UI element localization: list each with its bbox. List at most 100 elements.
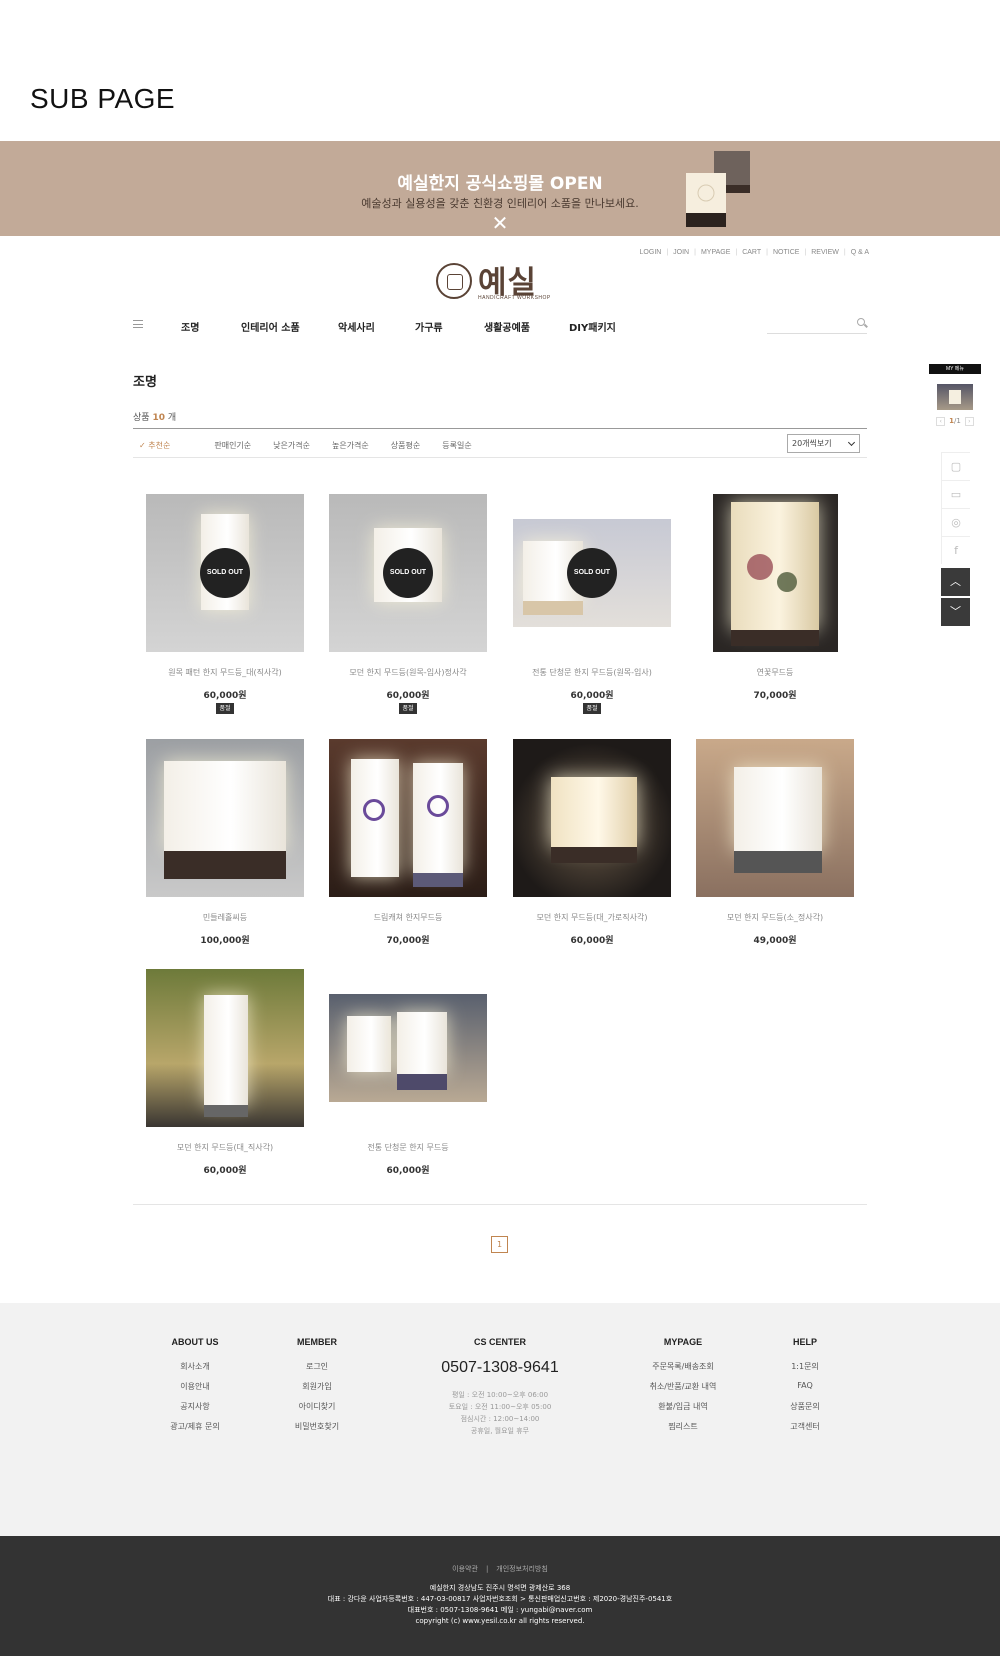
product-name[interactable]: 모던 한지 무드등(대_가로직사각) bbox=[503, 912, 681, 923]
product-image[interactable] bbox=[713, 494, 838, 652]
util-menu: LOGIN | JOIN | MYPAGE | CART | NOTICE | REVIEW | Q &… bbox=[635, 249, 874, 256]
product-name[interactable]: 모던 한지 무드등(대_직사각) bbox=[136, 1142, 314, 1153]
product-name[interactable]: 원목 패턴 한지 무드등_대(직사각) bbox=[136, 667, 314, 678]
product-name[interactable]: 전통 단청문 한지 무드등(원목-입사) bbox=[503, 667, 681, 678]
footer-about-title: ABOUT US bbox=[171, 1337, 219, 1347]
nav-item-lighting[interactable]: 조명 bbox=[181, 319, 199, 334]
company-info-line: 예실한지 경상남도 진주시 명석면 광제산로 368 bbox=[429, 1584, 571, 1592]
nav-item-interior[interactable]: 인테리어 소품 bbox=[241, 319, 300, 334]
product-image[interactable] bbox=[329, 739, 487, 897]
footer-link[interactable]: 회원가입 bbox=[257, 1381, 377, 1401]
status-badge: 품절 bbox=[399, 703, 417, 714]
nav-item-crafts[interactable]: 생활공예품 bbox=[484, 319, 530, 334]
product-price: 70,000원 bbox=[386, 936, 430, 946]
footer-link[interactable]: 이용안내 bbox=[135, 1381, 255, 1401]
footer-link[interactable]: 주문목록/배송조회 bbox=[623, 1361, 743, 1381]
cs-hours: 공휴일, 월요일 휴무 bbox=[470, 1427, 530, 1435]
search-input[interactable] bbox=[767, 320, 853, 336]
product-name[interactable]: 모던 한지 무드등(원목-입사)정사각 bbox=[319, 667, 497, 678]
divider bbox=[133, 457, 867, 458]
sort-recommended[interactable]: ✓ 추천순 bbox=[139, 440, 192, 451]
footer-bottom: 이용약관 | 개인정보처리방침 예실한지 경상남도 진주시 명석면 광제산로 368… bbox=[0, 1536, 1000, 1656]
util-join-link[interactable]: JOIN bbox=[668, 249, 694, 256]
footer: ABOUT US 회사소개 이용안내 공지사항 광고/제휴 문의 MEMBER … bbox=[0, 1303, 1000, 1536]
footer-link[interactable]: 광고/제휴 문의 bbox=[135, 1421, 255, 1441]
footer-link[interactable]: 취소/반품/교환 내역 bbox=[623, 1381, 743, 1401]
sort-popular[interactable]: 판매인기순 bbox=[214, 440, 251, 451]
nav-item-furniture[interactable]: 가구류 bbox=[415, 319, 443, 334]
footer-mypage: MYPAGE 주문목록/배송조회 취소/반품/교환 내역 환불/입금 내역 찜리… bbox=[623, 1337, 743, 1441]
shopping-bag-icon[interactable]: ▢ bbox=[941, 452, 970, 480]
footer-link[interactable]: 찜리스트 bbox=[623, 1421, 743, 1441]
product-image[interactable]: SOLD OUT bbox=[146, 494, 304, 652]
footer-link[interactable]: 회사소개 bbox=[135, 1361, 255, 1381]
recent-product-thumbnail[interactable] bbox=[937, 384, 973, 410]
product-price: 60,000원 bbox=[203, 691, 247, 701]
product-price: 60,000원 bbox=[386, 1166, 430, 1176]
footer-link[interactable]: 환불/입금 내역 bbox=[623, 1401, 743, 1421]
product-price: 100,000원 bbox=[200, 936, 250, 946]
divider bbox=[133, 1204, 867, 1205]
util-qna-link[interactable]: Q & A bbox=[846, 249, 874, 256]
scroll-down-icon[interactable]: ﹀ bbox=[941, 598, 970, 626]
privacy-link[interactable]: 개인정보처리방침 bbox=[496, 1565, 548, 1573]
promo-banner[interactable]: 예실한지 공식쇼핑몰 OPEN 예술성과 실용성을 갖춘 친환경 인테리어 소품… bbox=[0, 141, 1000, 236]
footer-link[interactable]: 비밀번호찾기 bbox=[257, 1421, 377, 1441]
terms-link[interactable]: 이용약관 bbox=[452, 1565, 478, 1573]
footer-link[interactable]: 고객센터 bbox=[745, 1421, 865, 1441]
product-price: 60,000원 bbox=[570, 691, 614, 701]
product-image[interactable] bbox=[146, 969, 304, 1127]
product-name[interactable]: 드림캐쳐 한지무드등 bbox=[319, 912, 497, 923]
footer-link[interactable]: 로그인 bbox=[257, 1361, 377, 1381]
util-review-link[interactable]: REVIEW bbox=[806, 249, 844, 256]
product-price: 60,000원 bbox=[203, 1166, 247, 1176]
search-icon[interactable] bbox=[857, 318, 865, 326]
cs-hours: 점심시간 : 12:00~14:00 bbox=[460, 1415, 540, 1423]
facebook-icon[interactable]: f bbox=[941, 536, 970, 564]
util-notice-link[interactable]: NOTICE bbox=[768, 249, 804, 256]
product-name[interactable]: 민들레홀씨등 bbox=[136, 912, 314, 923]
close-icon[interactable]: ✕ bbox=[490, 213, 510, 233]
footer-link[interactable]: 아이디찾기 bbox=[257, 1401, 377, 1421]
footer-link[interactable]: FAQ bbox=[745, 1381, 865, 1401]
banner-subtitle: 예술성과 실용성을 갖춘 친환경 인테리어 소품을 만나보세요. bbox=[361, 197, 639, 210]
nav-item-diy[interactable]: DIY패키지 bbox=[569, 319, 616, 334]
footer-cs-center: CS CENTER 0507-1308-9641 평일 : 오전 10:00~오… bbox=[420, 1337, 580, 1437]
sort-newest[interactable]: 등록일순 bbox=[442, 440, 471, 451]
chevron-left-icon[interactable]: ‹ bbox=[936, 417, 946, 426]
sort-recommended-label: 추천순 bbox=[148, 440, 171, 450]
product-count: 상품 10 개 bbox=[133, 410, 176, 423]
product-image[interactable] bbox=[146, 739, 304, 897]
sort-low-price[interactable]: 낮은가격순 bbox=[273, 440, 310, 451]
footer-member-title: MEMBER bbox=[297, 1337, 337, 1347]
sort-high-price[interactable]: 높은가격순 bbox=[332, 440, 369, 451]
util-mypage-link[interactable]: MYPAGE bbox=[696, 249, 735, 256]
category-title: 조명 bbox=[133, 375, 157, 390]
nav-item-accessory[interactable]: 악세사리 bbox=[338, 319, 375, 334]
chat-icon[interactable]: ▭ bbox=[941, 480, 970, 508]
util-login-link[interactable]: LOGIN bbox=[635, 249, 667, 256]
scroll-up-icon[interactable]: ︿ bbox=[941, 568, 970, 596]
util-cart-link[interactable]: CART bbox=[737, 249, 766, 256]
product-name[interactable]: 모던 한지 무드등(소_정사각) bbox=[686, 912, 864, 923]
footer-link[interactable]: 공지사항 bbox=[135, 1401, 255, 1421]
quick-menu-title: MY 메뉴 bbox=[929, 364, 981, 374]
product-image[interactable]: SOLD OUT bbox=[329, 494, 487, 652]
logo-subtext: HANDICRAFT WORKSHOP bbox=[478, 295, 551, 301]
product-image[interactable] bbox=[696, 739, 854, 897]
product-image[interactable] bbox=[513, 739, 671, 897]
footer-link[interactable]: 상품문의 bbox=[745, 1401, 865, 1421]
sort-review[interactable]: 상품평순 bbox=[391, 440, 420, 451]
product-name[interactable]: 연꽃무드등 bbox=[686, 667, 864, 678]
product-image[interactable] bbox=[329, 994, 487, 1102]
menu-icon[interactable] bbox=[133, 320, 143, 328]
footer-link[interactable]: 1:1문의 bbox=[745, 1361, 865, 1381]
view-count-select[interactable]: 20개씩보기 bbox=[787, 434, 860, 453]
product-name[interactable]: 전통 단청문 한지 무드등 bbox=[319, 1142, 497, 1153]
chevron-right-icon[interactable]: › bbox=[964, 417, 974, 426]
instagram-icon[interactable]: ◎ bbox=[941, 508, 970, 536]
product-image[interactable]: SOLD OUT bbox=[513, 519, 671, 627]
pagination-page[interactable]: 1 bbox=[491, 1236, 508, 1253]
status-badge: 품절 bbox=[583, 703, 601, 714]
logo[interactable]: 예실 HANDICRAFT WORKSHOP bbox=[436, 261, 566, 305]
